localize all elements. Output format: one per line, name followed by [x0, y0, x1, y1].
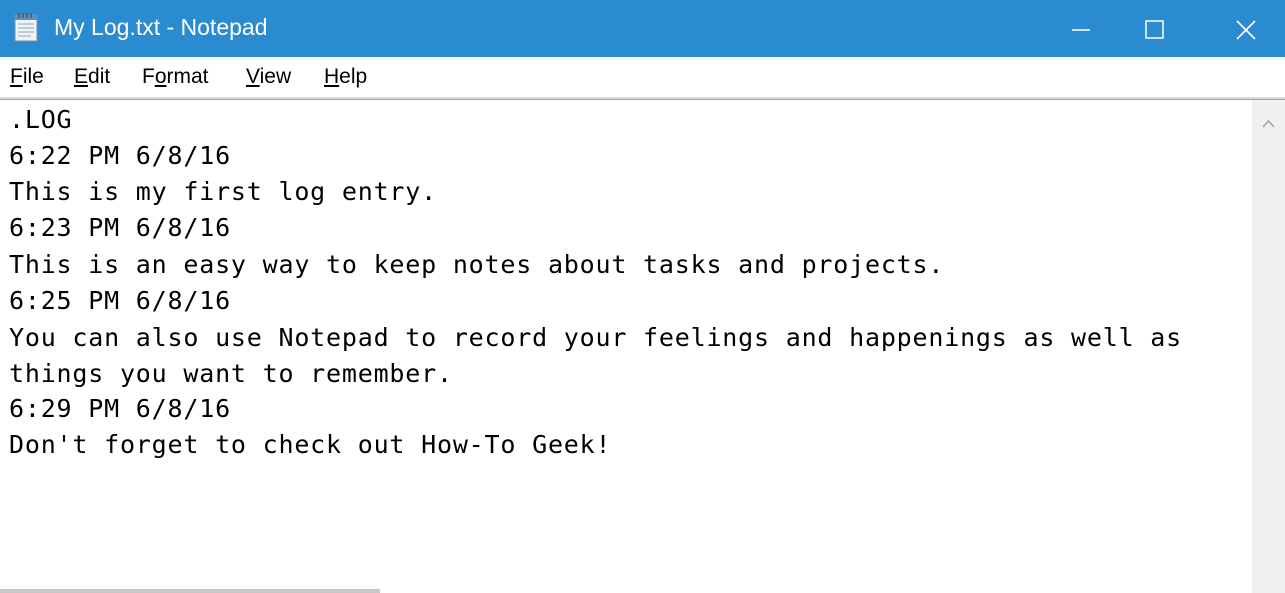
menu-edit[interactable]: Edit: [74, 63, 110, 91]
chevron-up-icon: [1262, 119, 1275, 128]
text-line: This is my first log entry.: [9, 177, 437, 206]
minimize-button[interactable]: [1020, 0, 1110, 57]
text-line: This is an easy way to keep notes about …: [9, 250, 945, 279]
menu-view-label: iew: [259, 65, 292, 88]
menu-edit-mnemonic: E: [74, 65, 89, 88]
menu-file-mnemonic: F: [10, 65, 23, 88]
menu-format[interactable]: Format: [142, 63, 209, 91]
minimize-icon: [1072, 29, 1090, 31]
menu-format-mnemonic: o: [154, 65, 167, 88]
menu-file-label: ile: [22, 65, 44, 88]
menu-bar: File Edit Format View Help: [0, 57, 1285, 97]
close-button[interactable]: [1200, 0, 1285, 57]
notepad-icon[interactable]: [11, 12, 43, 42]
menu-format-label: rmat: [166, 65, 209, 88]
text-line: 6:22 PM 6/8/16: [9, 141, 231, 170]
text-line: Don't forget to check out How-To Geek!: [9, 430, 612, 459]
maximize-icon: [1145, 20, 1164, 39]
text-line: 6:29 PM 6/8/16: [9, 394, 231, 423]
menu-edit-label: dit: [88, 65, 111, 88]
text-line: 6:25 PM 6/8/16: [9, 286, 231, 315]
menu-view-mnemonic: V: [246, 65, 260, 88]
notepad-window: My Log.txt - Notepad File Edit Format Vi…: [0, 0, 1285, 593]
text-line: You can also use Notepad to record your …: [9, 323, 1182, 352]
vertical-scrollbar[interactable]: [1252, 100, 1285, 593]
window-title: My Log.txt - Notepad: [54, 14, 268, 40]
maximize-button[interactable]: [1110, 0, 1200, 57]
text-editor[interactable]: .LOG 6:22 PM 6/8/16 This is my first log…: [0, 100, 1252, 593]
scroll-up-button[interactable]: [1252, 100, 1285, 134]
menu-format-prefix: F: [142, 65, 155, 88]
menu-file[interactable]: File: [10, 63, 44, 91]
text-line: 6:23 PM 6/8/16: [9, 213, 231, 242]
text-line: .LOG: [9, 105, 73, 134]
title-bar[interactable]: My Log.txt - Notepad: [0, 0, 1285, 57]
menu-help[interactable]: Help: [324, 63, 367, 91]
horizontal-scrollbar-edge: [0, 589, 380, 593]
menu-view[interactable]: View: [246, 63, 291, 91]
text-line: things you want to remember.: [9, 359, 453, 388]
menu-help-label: elp: [339, 65, 368, 88]
close-icon: [1236, 20, 1256, 40]
menu-help-mnemonic: H: [324, 65, 340, 88]
